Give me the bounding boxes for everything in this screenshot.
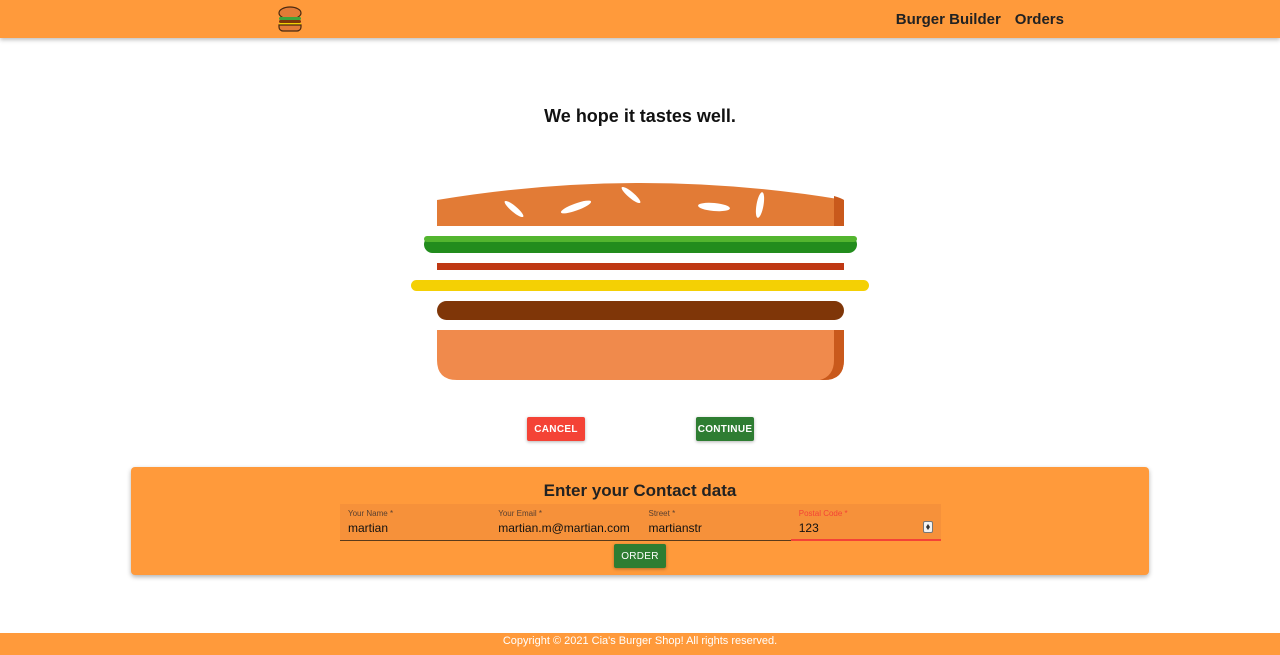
checkout-headline: We hope it tastes well. (544, 106, 736, 126)
email-field-value[interactable]: martian.m@martian.com (498, 521, 630, 535)
postal-code-field[interactable]: Postal Code * 123 (790, 504, 941, 541)
number-spinner-icon[interactable] (923, 521, 933, 533)
nav-orders[interactable]: Orders (1015, 11, 1064, 28)
email-field-label: Your Email * (498, 509, 542, 518)
street-field-label: Street * (648, 509, 676, 518)
contact-form: Enter your Contact data Your Name * mart… (131, 467, 1149, 575)
continue-button[interactable]: CONTINUE (696, 417, 754, 441)
street-field-value[interactable]: martianstr (649, 521, 702, 535)
salad-highlight (424, 236, 857, 242)
bread-top (437, 183, 844, 226)
cheese (411, 280, 869, 291)
contact-form-title: Enter your Contact data (543, 481, 737, 500)
cancel-button[interactable]: CANCEL (527, 417, 585, 441)
main-navigation: Burger Builder Orders (882, 0, 1064, 38)
name-field-label: Your Name * (348, 509, 394, 518)
nav-burger-builder[interactable]: Burger Builder (896, 11, 1001, 28)
bacon (437, 263, 844, 270)
bread-bottom (437, 330, 844, 380)
contact-fields: Your Name * martian Your Email * martian… (340, 504, 941, 541)
postal-code-field-value[interactable]: 123 (799, 521, 819, 535)
order-button[interactable]: ORDER (614, 544, 666, 568)
burger-preview (411, 183, 869, 380)
footer: Copyright © 2021 Cia's Burger Shop! All … (0, 633, 1280, 655)
name-field[interactable]: Your Name * martian (340, 504, 491, 541)
email-field[interactable]: Your Email * martian.m@martian.com (490, 504, 641, 541)
copyright-text: Copyright © 2021 Cia's Burger Shop! All … (502, 635, 778, 647)
burger-logo-icon[interactable] (276, 5, 304, 33)
name-field-value[interactable]: martian (348, 521, 388, 535)
street-field[interactable]: Street * martianstr (640, 504, 791, 541)
meat (437, 301, 844, 320)
postal-code-field-label: Postal Code * (798, 509, 848, 518)
toolbar: Burger Builder Orders (0, 0, 1280, 38)
